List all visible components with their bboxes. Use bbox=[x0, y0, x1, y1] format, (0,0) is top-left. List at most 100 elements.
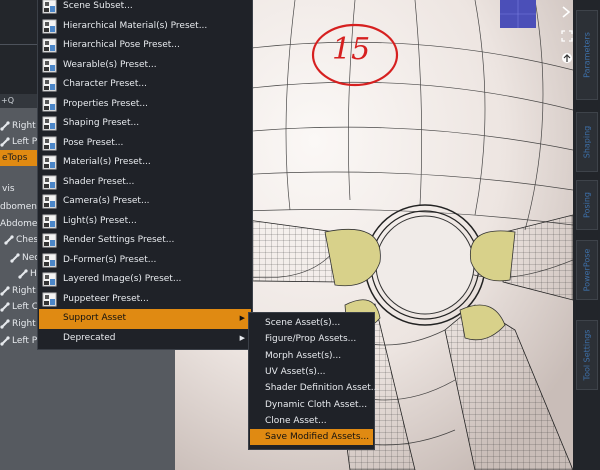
submenu-arrow-icon: ▶ bbox=[239, 314, 245, 322]
submenu-item[interactable]: UV Asset(s)... bbox=[250, 364, 373, 380]
submenu-item[interactable]: Morph Asset(s)... bbox=[250, 348, 373, 364]
preset-file-icon bbox=[42, 19, 57, 34]
bone-icon bbox=[18, 268, 28, 279]
right-tab-bar: Parameters Shaping Posing PowerPose Tool… bbox=[573, 0, 600, 470]
bone-icon bbox=[0, 285, 10, 296]
menu-item-label: Pose Preset... bbox=[63, 137, 124, 148]
bone-icon bbox=[10, 252, 20, 263]
menu-item-label: Material(s) Preset... bbox=[63, 157, 151, 167]
menu-item[interactable]: Hierarchical Material(s) Preset... bbox=[39, 17, 251, 37]
menu-item[interactable]: Material(s) Preset... bbox=[39, 153, 251, 173]
menu-item-label: Properties Preset... bbox=[63, 98, 148, 109]
tree-item-label: vis bbox=[2, 184, 15, 194]
bone-icon bbox=[0, 318, 10, 329]
menu-item-label: Character Preset... bbox=[63, 79, 147, 89]
bone-icon bbox=[4, 234, 14, 245]
menu-item[interactable]: Camera(s) Preset... bbox=[39, 192, 251, 212]
fit-icon[interactable] bbox=[561, 6, 571, 18]
menu-item[interactable]: Scene Subset... bbox=[39, 0, 251, 17]
menu-item-label: Hierarchical Pose Preset... bbox=[63, 40, 180, 50]
menu-item-label: Render Settings Preset... bbox=[63, 235, 175, 245]
menu-item[interactable]: Properties Preset... bbox=[39, 95, 251, 115]
submenu-arrow-icon: ▶ bbox=[239, 333, 245, 342]
menu-item[interactable]: Render Settings Preset... bbox=[39, 231, 251, 251]
preset-file-icon bbox=[42, 0, 57, 14]
annotation-text: 15 bbox=[332, 32, 371, 67]
preset-file-icon bbox=[42, 272, 57, 287]
submenu-item-label: Figure/Prop Assets... bbox=[265, 334, 357, 345]
bone-icon bbox=[0, 301, 10, 312]
tree-header: +Q bbox=[0, 94, 41, 108]
preset-file-icon bbox=[42, 253, 57, 268]
submenu-item-label: Clone Asset... bbox=[265, 415, 327, 426]
tab-shaping[interactable]: Shaping bbox=[576, 112, 598, 172]
preset-file-icon bbox=[42, 136, 57, 151]
submenu-item-label: Morph Asset(s)... bbox=[265, 350, 342, 361]
panel-toolbar bbox=[0, 0, 40, 94]
preset-file-icon bbox=[42, 77, 57, 92]
submenu-item[interactable]: Shader Definition Asset... bbox=[250, 380, 379, 396]
preset-file-icon bbox=[42, 214, 57, 229]
menu-item-label: Shader Preset... bbox=[63, 176, 135, 187]
divider bbox=[0, 44, 40, 45]
menu-item[interactable]: Light(s) Preset... bbox=[39, 212, 251, 232]
menu-item-label: D-Former(s) Preset... bbox=[63, 254, 157, 265]
menu-item[interactable]: Puppeteer Preset... bbox=[39, 290, 251, 310]
submenu-item[interactable]: Scene Asset(s)... bbox=[250, 315, 373, 331]
menu-item-label: Support Asset bbox=[63, 313, 127, 323]
menu-item[interactable]: Wearable(s) Preset... bbox=[39, 56, 251, 76]
tree-item-label: dbomen bbox=[0, 202, 37, 212]
preset-file-icon bbox=[42, 155, 57, 170]
preset-file-icon bbox=[42, 97, 57, 112]
tree-item[interactable]: vis bbox=[2, 181, 15, 197]
tree-item-label: eTops bbox=[2, 153, 28, 163]
submenu-item[interactable]: Clone Asset... bbox=[250, 413, 373, 429]
menu-item-label: Wearable(s) Preset... bbox=[63, 59, 157, 70]
menu-item-label: Deprecated bbox=[63, 332, 116, 343]
submenu-item[interactable]: Dynamic Cloth Asset... bbox=[250, 397, 373, 413]
menu-item-submenu[interactable]: Support Asset ▶ bbox=[39, 309, 251, 329]
save-as-menu: Scene Subset... Hierarchical Material(s) … bbox=[37, 0, 253, 350]
bone-icon bbox=[0, 120, 10, 131]
menu-item[interactable]: Character Preset... bbox=[39, 75, 251, 95]
menu-item[interactable]: Hierarchical Pose Preset... bbox=[39, 36, 251, 56]
bone-icon bbox=[0, 335, 10, 346]
menu-item-label: Light(s) Preset... bbox=[63, 215, 137, 226]
tab-powerpose[interactable]: PowerPose bbox=[576, 240, 598, 300]
tab-posing[interactable]: Posing bbox=[576, 180, 598, 230]
preset-file-icon bbox=[42, 38, 57, 53]
preset-file-icon bbox=[42, 175, 57, 190]
support-asset-submenu: Scene Asset(s)... Figure/Prop Assets... Mo… bbox=[248, 312, 379, 450]
tab-parameters[interactable]: Parameters bbox=[576, 10, 598, 100]
submenu-item-label: Save Modified Assets... bbox=[265, 432, 370, 443]
preset-file-icon bbox=[42, 292, 57, 307]
preset-file-icon bbox=[42, 116, 57, 131]
menu-item-label: Layered Image(s) Preset... bbox=[63, 274, 182, 284]
orbit-icon[interactable] bbox=[561, 52, 573, 64]
submenu-item-label: Scene Asset(s)... bbox=[265, 318, 341, 328]
preset-file-icon bbox=[42, 233, 57, 248]
menu-item[interactable]: Layered Image(s) Preset... bbox=[39, 270, 251, 290]
menu-item-label: Shaping Preset... bbox=[63, 118, 140, 128]
menu-item[interactable]: Pose Preset... bbox=[39, 134, 251, 154]
menu-item-label: Hierarchical Material(s) Preset... bbox=[63, 20, 208, 31]
menu-item-submenu[interactable]: Deprecated ▶ bbox=[39, 329, 251, 349]
submenu-item-label: Dynamic Cloth Asset... bbox=[265, 399, 368, 410]
submenu-item-label: Shader Definition Asset... bbox=[265, 383, 380, 394]
menu-item-label: Camera(s) Preset... bbox=[63, 196, 150, 206]
tab-tool-settings[interactable]: Tool Settings bbox=[576, 320, 598, 390]
submenu-item[interactable]: Figure/Prop Assets... bbox=[250, 331, 373, 347]
menu-item[interactable]: Shaping Preset... bbox=[39, 114, 251, 134]
frame-icon[interactable] bbox=[561, 30, 573, 42]
submenu-item[interactable]: Save Modified Assets... bbox=[250, 429, 373, 446]
preset-file-icon bbox=[42, 58, 57, 73]
tree-item[interactable]: dbomen bbox=[0, 199, 37, 215]
menu-item-label: Scene Subset... bbox=[63, 1, 133, 11]
menu-item[interactable]: Shader Preset... bbox=[39, 173, 251, 193]
preset-file-icon bbox=[42, 194, 57, 209]
bone-icon bbox=[0, 136, 10, 147]
menu-item[interactable]: D-Former(s) Preset... bbox=[39, 251, 251, 271]
menu-item-label: Puppeteer Preset... bbox=[63, 293, 149, 304]
tree-item[interactable]: eTops bbox=[0, 150, 40, 166]
submenu-item-label: UV Asset(s)... bbox=[265, 366, 326, 377]
